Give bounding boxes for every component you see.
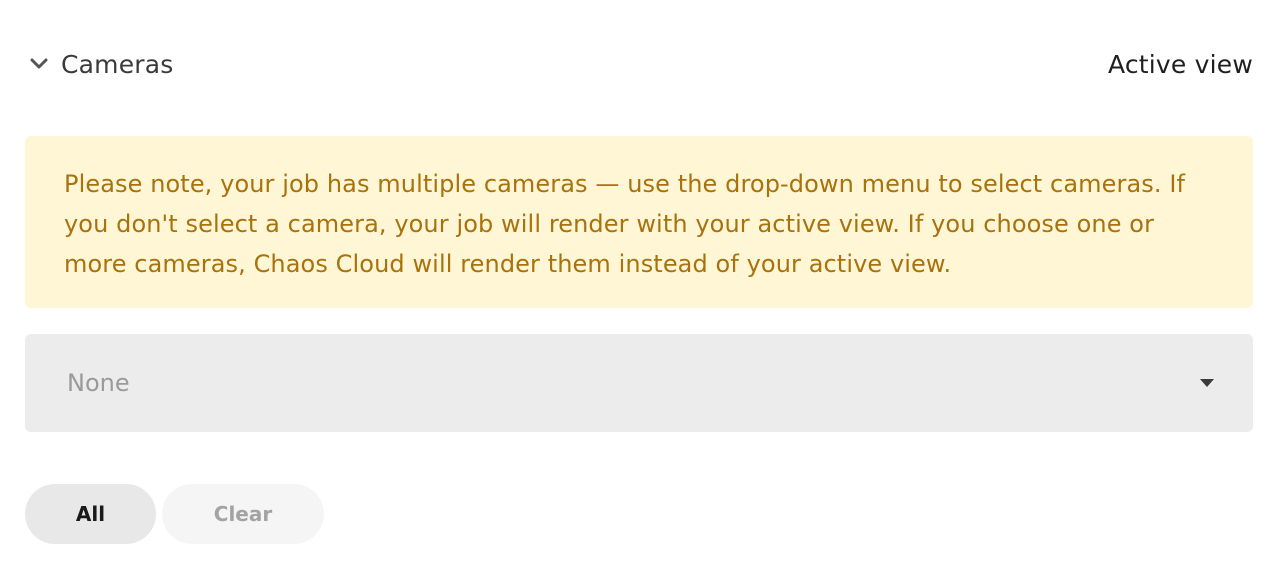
clear-button[interactable]: Clear [162,484,324,544]
camera-actions: All Clear [25,484,324,544]
section-title: Cameras [61,49,174,79]
notice-text: Please note, your job has multiple camer… [64,170,1186,278]
multiple-cameras-notice: Please note, your job has multiple camer… [25,136,1253,308]
active-view-label: Active view [1107,49,1253,79]
cameras-toggle[interactable]: Cameras [25,50,174,79]
camera-select-dropdown[interactable]: None [25,334,1253,432]
camera-select-value: None [67,369,130,397]
select-all-button[interactable]: All [25,484,156,544]
cameras-section-header: Cameras Active view [25,44,1253,84]
chevron-down-icon[interactable] [27,52,51,76]
caret-down-icon [1199,378,1215,388]
